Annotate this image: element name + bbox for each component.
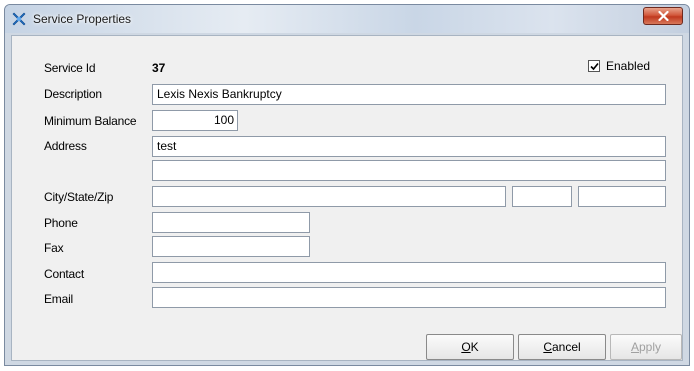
zip-field[interactable]	[578, 186, 666, 207]
window-title: Service Properties	[33, 12, 132, 26]
service-app-icon	[11, 11, 27, 27]
address-line1-field[interactable]: test	[152, 136, 666, 157]
city-field[interactable]	[152, 186, 506, 207]
apply-label: pply	[639, 340, 662, 354]
apply-mnemonic: A	[630, 340, 639, 354]
contact-label: Contact	[44, 267, 84, 281]
enabled-label: Enabled	[606, 59, 651, 73]
phone-label: Phone	[44, 216, 78, 230]
close-icon	[658, 11, 669, 21]
checkmark-icon	[590, 62, 599, 71]
service-id-value: 37	[152, 61, 166, 75]
ok-button[interactable]: OK	[426, 334, 514, 360]
minimum-balance-label: Minimum Balance	[44, 114, 137, 128]
minimum-balance-field[interactable]: 100	[152, 110, 238, 131]
email-label: Email	[44, 292, 74, 306]
phone-field[interactable]	[152, 212, 310, 233]
description-field[interactable]: Lexis Nexis Bankruptcy	[152, 84, 666, 105]
title-bar[interactable]: Service Properties	[5, 5, 689, 33]
ok-mnemonic: O	[461, 340, 471, 354]
dialog-body: Service Id 37 Enabled Description Lexis …	[11, 35, 683, 361]
cancel-mnemonic: C	[543, 340, 552, 354]
close-button[interactable]	[643, 7, 683, 25]
state-field[interactable]	[512, 186, 572, 207]
service-properties-dialog: Service Properties Service Id 37 Enabled…	[4, 4, 690, 366]
description-label: Description	[44, 87, 102, 101]
contact-field[interactable]	[152, 262, 666, 283]
ok-label: K	[470, 340, 479, 354]
checkbox-box[interactable]	[588, 60, 600, 72]
fax-field[interactable]	[152, 236, 310, 257]
email-field[interactable]	[152, 287, 666, 308]
cancel-label: ancel	[551, 340, 581, 354]
fax-label: Fax	[44, 241, 64, 255]
apply-button[interactable]: Apply	[610, 334, 682, 360]
service-id-label: Service Id	[44, 61, 96, 75]
address-label: Address	[44, 139, 87, 153]
address-line2-field[interactable]	[152, 160, 666, 181]
cancel-button[interactable]: Cancel	[518, 334, 606, 360]
city-state-zip-label: City/State/Zip	[44, 190, 114, 204]
